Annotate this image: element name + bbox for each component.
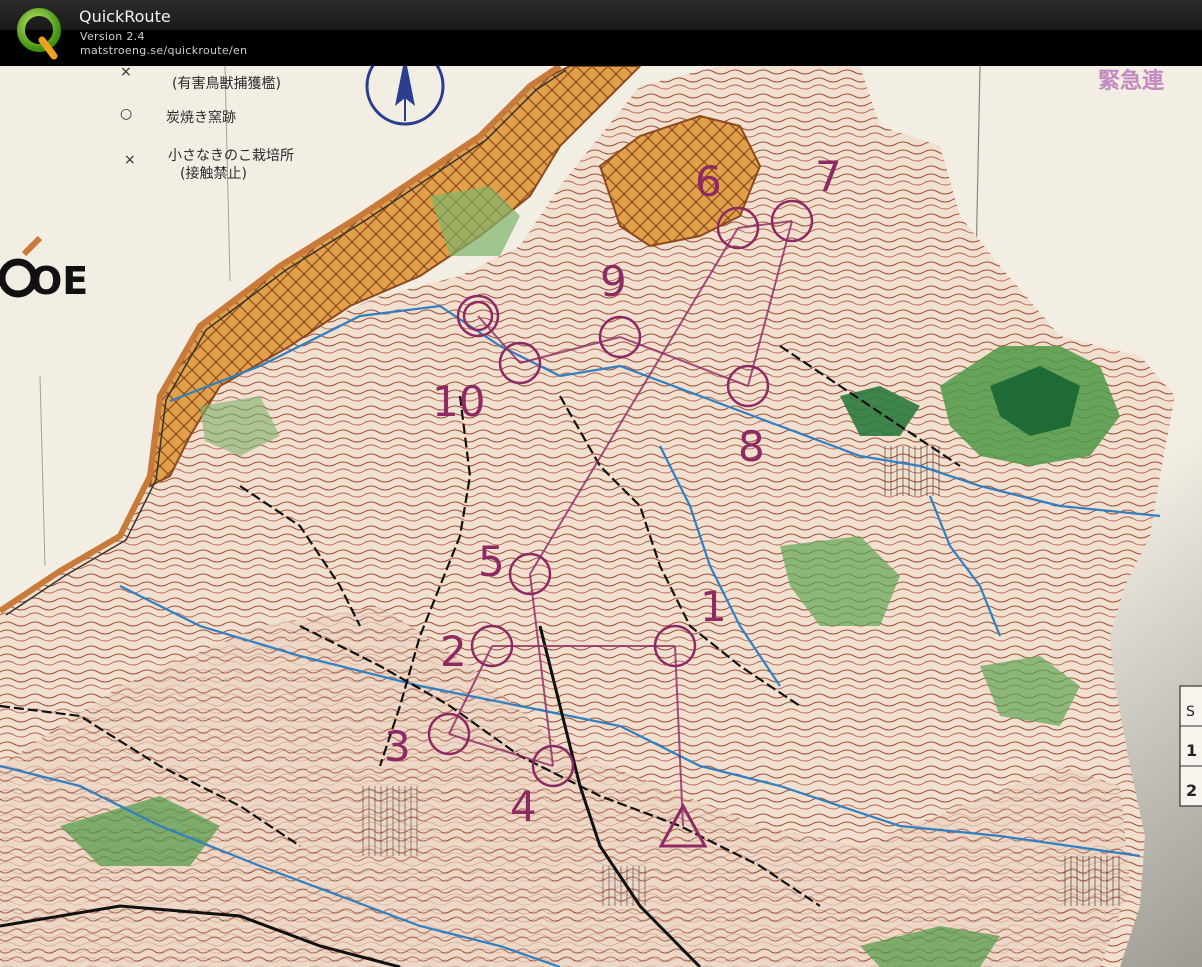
quickroute-logo-icon [17,8,61,60]
control-number-6: 6 [695,157,722,206]
legend-label: (接触禁止) [180,165,247,182]
control-number-4: 4 [510,782,537,831]
legend-symbol: ○ [120,106,132,122]
app-header-bar: QuickRoute Version 2.4 matstroeng.se/qui… [0,0,1202,66]
table-cell: 1 [1186,741,1197,760]
legend-label: (有害鳥獣捕獲檻) [172,75,281,92]
description-table-fragment: S 1 2 [1179,685,1202,807]
map-header-text: 緊急連 [1098,68,1165,94]
control-number-7: 7 [815,152,842,201]
control-number-9: 9 [600,257,627,306]
orienteering-map[interactable]: S 1 2 × (有害鳥獣捕獲檻) ○ 炭焼き窯跡 × 小さなきのこ栽培所 (接… [0,66,1202,967]
control-number-10: 10 [432,377,485,426]
legend-label: 小さなきのこ栽培所 [168,148,294,164]
control-number-3: 3 [384,722,411,771]
control-number-5: 5 [478,537,505,586]
legend-symbol: × [120,66,132,80]
event-logo-text: OE [30,259,88,303]
legend-symbol: × [124,152,136,168]
legend-label: 炭焼き窯跡 [166,109,236,126]
control-number-2: 2 [440,627,467,676]
table-cell: 2 [1186,781,1197,800]
app-title: QuickRoute [79,7,171,26]
control-number-8: 8 [738,422,765,471]
app-version: Version 2.4 [80,30,145,43]
table-cell: S [1186,704,1195,720]
map-canvas: S 1 2 × (有害鳥獣捕獲檻) ○ 炭焼き窯跡 × 小さなきのこ栽培所 (接… [0,66,1202,967]
control-number-1: 1 [700,582,727,631]
app-url-link[interactable]: matstroeng.se/quickroute/en [80,44,247,57]
